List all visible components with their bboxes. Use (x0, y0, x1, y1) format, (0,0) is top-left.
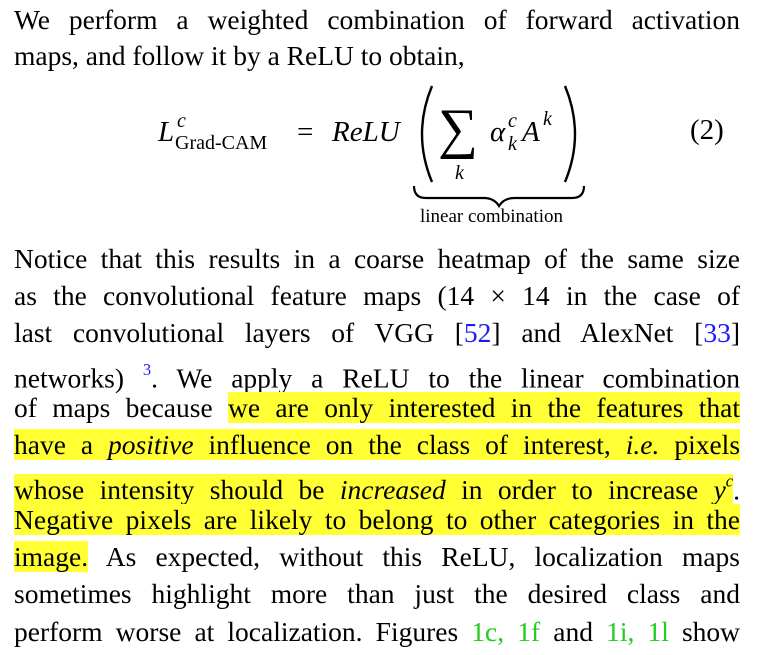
eq-sum-index: k (455, 162, 464, 184)
eq-sum-symbol: ∑ (438, 98, 478, 160)
text-line-6-b: . We apply a ReLU to the linear combinat… (151, 362, 741, 394)
highlight-line-11: image. (14, 541, 89, 572)
paragraph-line-13: perform worse at localization. Figures 1… (14, 614, 740, 650)
text-line-7-a: of maps because (14, 392, 213, 423)
text-line-6-a: networks) (14, 362, 124, 394)
eq-brace-label: linear combination (420, 206, 563, 227)
text-line-11-b: As expected, without this ReLU, localiza… (105, 541, 741, 572)
eq-delimiters (412, 85, 586, 209)
eq-A-sup: k (543, 108, 552, 130)
paragraph-line-4: as the convolutional feature maps (14 × … (14, 278, 740, 314)
paragraph-line-5: last convolutional layers of VGG [52] an… (14, 315, 740, 351)
text-ie: i.e. (625, 429, 660, 460)
text-increased: increased (339, 474, 446, 506)
text-line-8-e: pixels (674, 429, 741, 460)
figure-link-1i-1l[interactable]: 1i, 1l (606, 616, 669, 647)
eq-alpha-sup: c (508, 110, 517, 132)
paragraph-line-3: Notice that this results in a coarse hea… (14, 241, 740, 277)
paragraph-line-7: of maps because we are only interested i… (14, 390, 741, 426)
eq-alpha-sub: k (508, 133, 517, 155)
right-paren-icon (563, 85, 577, 183)
text-positive: positive (108, 429, 194, 460)
text-line-5-b: ] and AlexNet [ (491, 317, 704, 348)
underbrace-icon (412, 185, 586, 209)
highlight-line-7: we are only interested in the features t… (228, 392, 741, 423)
text-line-9-a: whose intensity should be (14, 474, 325, 506)
text-line-9-c: in order to increase (461, 474, 699, 506)
text-line-8-c: influence on the class of interest, (208, 429, 611, 460)
text-line-12: sometimes highlight more than just the d… (14, 578, 740, 609)
paragraph-line-8: have a positive influence on the class o… (14, 427, 741, 463)
figure-link-1c-1f[interactable]: 1c, 1f (471, 616, 540, 647)
eq-alpha: α (490, 116, 506, 148)
text-line-13-a: perform worse at localization. Figures (14, 616, 459, 647)
text-line-5-c: ] (730, 317, 740, 348)
text-line-8-a: have a (14, 429, 94, 460)
equation-2: L c Grad-CAM = ReLU ∑ k α c k A k linear… (0, 0, 757, 240)
left-paren-icon (420, 85, 434, 183)
text-line-5-a: last convolutional layers of VGG [ (14, 317, 464, 348)
eq-A: A (522, 116, 540, 148)
citation-link-52[interactable]: 52 (464, 317, 492, 348)
highlight-line-10: Negative pixels are likely to belong to … (14, 504, 740, 535)
text-line-3: Notice that this results in a coarse hea… (14, 243, 740, 274)
text-line-13-b: and (553, 616, 593, 647)
text-line-9-period: . (733, 474, 740, 506)
paragraph-line-12: sometimes highlight more than just the d… (14, 576, 740, 612)
text-line-13-c: show (681, 616, 741, 647)
paragraph-line-11: image. As expected, without this ReLU, l… (14, 539, 740, 575)
equation-number: (2) (690, 114, 724, 146)
highlight-line-8: have a positive influence on the class o… (14, 429, 741, 460)
math-y: y (713, 474, 726, 506)
citation-link-33[interactable]: 33 (703, 317, 731, 348)
footnote-link-3[interactable]: 3 (143, 360, 151, 379)
text-line-4: as the convolutional feature maps (14 × … (14, 280, 740, 311)
paragraph-line-10: Negative pixels are likely to belong to … (14, 502, 740, 538)
